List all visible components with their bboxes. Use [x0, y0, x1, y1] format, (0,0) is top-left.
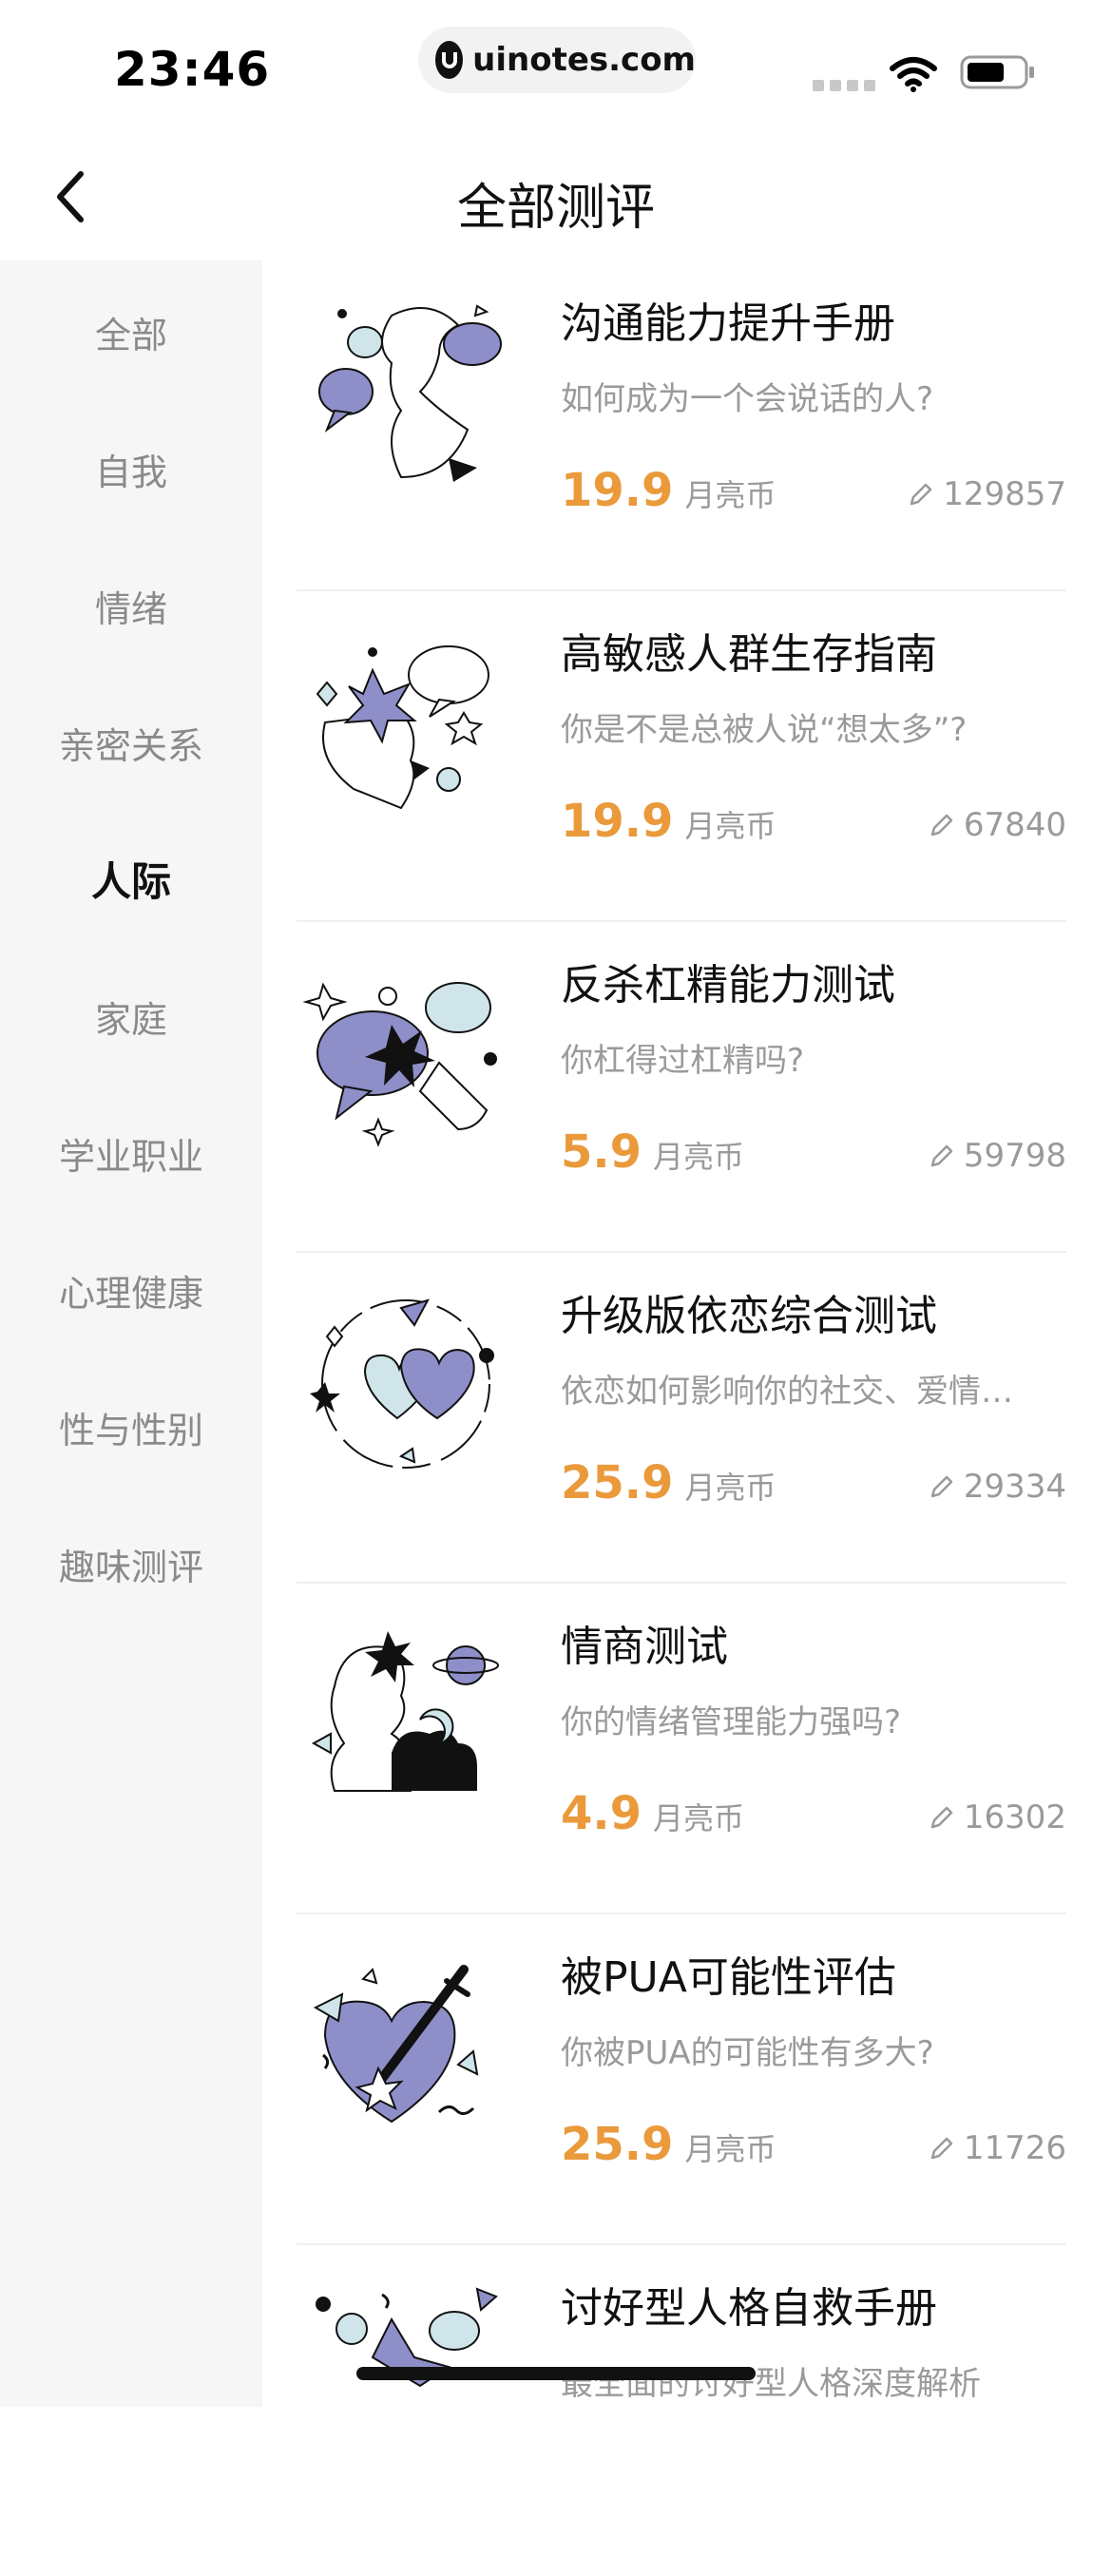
item-desc: 你被PUA的可能性有多大?: [561, 2034, 934, 2072]
item-price: 5.9: [561, 1125, 642, 1179]
item-price: 4.9: [561, 1787, 642, 1840]
url-text: uinotes.com: [472, 41, 696, 79]
item-title: 被PUA可能性评估: [561, 1953, 896, 2002]
pencil-icon: [930, 2137, 953, 2160]
item-title: 高敏感人群生存指南: [561, 630, 937, 679]
sidebar-item-fun[interactable]: 趣味测评: [0, 1538, 262, 1590]
item-desc: 最全面的讨好型人格深度解析: [561, 2365, 981, 2403]
price-unit: 月亮币: [684, 2131, 776, 2167]
item-desc: 依恋如何影响你的社交、爱情…: [561, 1373, 1013, 1411]
nav-bar: 全部测评: [0, 133, 1112, 260]
play-count: 29334: [928, 1468, 1066, 1506]
sidebar-item-all[interactable]: 全部: [0, 306, 262, 358]
play-count: 16302: [928, 1798, 1066, 1836]
play-count: 129857: [907, 475, 1066, 513]
price-unit: 月亮币: [684, 1470, 776, 1506]
price-unit: 月亮币: [653, 1139, 745, 1175]
signal-icon: [813, 80, 875, 91]
count-value: 29334: [963, 1468, 1066, 1506]
eq-illustration-icon: [311, 1631, 499, 1792]
pua-illustration-icon: [313, 1965, 479, 2124]
item-title: 沟通能力提升手册: [561, 299, 895, 348]
list-item[interactable]: 被PUA可能性评估 你被PUA的可能性有多大? 25.9 月亮币 11726: [297, 1914, 1066, 2245]
url-pill[interactable]: uinotes.com: [418, 27, 696, 93]
sidebar-item-career[interactable]: 学业职业: [0, 1127, 262, 1180]
item-desc: 你杠得过杠精吗?: [561, 1042, 805, 1080]
pencil-icon: [930, 1806, 953, 1829]
list-item[interactable]: 沟通能力提升手册 如何成为一个会说话的人? 19.9 月亮币 129857: [297, 260, 1066, 591]
communication-illustration-icon: [318, 304, 502, 482]
status-time: 23:46: [114, 42, 271, 97]
count-value: 59798: [963, 1137, 1066, 1175]
pencil-icon: [930, 1144, 953, 1167]
sidebar-item-gender[interactable]: 性与性别: [0, 1401, 262, 1453]
item-title: 情商测试: [561, 1623, 728, 1671]
item-price: 19.9: [561, 464, 674, 517]
count-value: 11726: [963, 2129, 1066, 2167]
count-value: 67840: [963, 806, 1066, 844]
home-indicator[interactable]: [356, 2367, 756, 2380]
price-unit: 月亮币: [653, 1800, 745, 1836]
sidebar-item-emotion[interactable]: 情绪: [0, 580, 262, 632]
sidebar-item-intimacy[interactable]: 亲密关系: [0, 717, 262, 769]
price-row: 5.9 月亮币: [561, 1125, 744, 1179]
list-item[interactable]: 反杀杠精能力测试 你杠得过杠精吗? 5.9 月亮币 59798: [297, 922, 1066, 1253]
list-item[interactable]: 情商测试 你的情绪管理能力强吗? 4.9 月亮币 16302: [297, 1584, 1066, 1914]
play-count: 59798: [928, 1137, 1066, 1175]
sidebar-item-self[interactable]: 自我: [0, 443, 262, 495]
list-item[interactable]: 高敏感人群生存指南 你是不是总被人说“想太多”? 19.9 月亮币 67840: [297, 591, 1066, 922]
item-desc: 你的情绪管理能力强吗?: [561, 1703, 902, 1741]
item-desc: 你是不是总被人说“想太多”?: [561, 711, 968, 749]
price-row: 4.9 月亮币: [561, 1787, 744, 1840]
page-title: 全部测评: [456, 180, 655, 237]
item-price: 25.9: [561, 1456, 674, 1509]
play-count: 11726: [928, 2129, 1066, 2167]
pencil-icon: [910, 483, 932, 506]
item-title: 升级版依恋综合测试: [561, 1292, 937, 1340]
sidebar-item-social[interactable]: 人际: [0, 850, 262, 908]
item-title: 讨好型人格自救手册: [561, 2284, 937, 2333]
price-row: 25.9 月亮币: [561, 2118, 776, 2171]
category-sidebar: 全部 自我 情绪 亲密关系 人际 家庭 学业职业 心理健康 性与性别 趣味测评: [0, 260, 262, 2407]
price-row: 19.9 月亮币: [561, 464, 776, 517]
item-price: 19.9: [561, 795, 674, 848]
wifi-icon: [890, 57, 937, 92]
price-unit: 月亮币: [684, 808, 776, 844]
item-price: 25.9: [561, 2118, 674, 2171]
argue-illustration-icon: [302, 982, 497, 1147]
count-value: 129857: [943, 475, 1066, 513]
hearts-illustration-icon: [310, 1298, 494, 1469]
play-count: 67840: [928, 806, 1066, 844]
sensitive-illustration-icon: [316, 645, 489, 810]
price-row: 19.9 月亮币: [561, 795, 776, 848]
list-item[interactable]: 讨好型人格自救手册 最全面的讨好型人格深度解析: [297, 2245, 1066, 2576]
price-row: 25.9 月亮币: [561, 1456, 776, 1509]
sidebar-item-mental-health[interactable]: 心理健康: [0, 1264, 262, 1317]
site-logo-icon: [435, 41, 464, 79]
pencil-icon: [930, 814, 953, 836]
item-desc: 如何成为一个会说话的人?: [561, 380, 934, 418]
list-item[interactable]: 升级版依恋综合测试 依恋如何影响你的社交、爱情… 25.9 月亮币 29334: [297, 1253, 1066, 1584]
price-unit: 月亮币: [684, 477, 776, 513]
pencil-icon: [930, 1475, 953, 1498]
count-value: 16302: [963, 1798, 1066, 1836]
item-title: 反杀杠精能力测试: [561, 961, 895, 1009]
battery-icon: [960, 55, 1034, 89]
status-bar: 23:46 uinotes.com: [0, 0, 1112, 133]
sidebar-item-family[interactable]: 家庭: [0, 990, 262, 1043]
